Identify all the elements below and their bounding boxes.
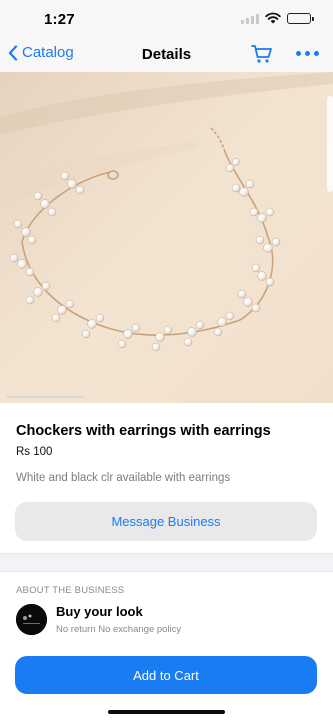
back-button[interactable]: Catalog xyxy=(8,44,74,61)
add-to-cart-button[interactable]: Add to Cart xyxy=(15,656,317,694)
signal-icon xyxy=(241,13,259,24)
product-description: White and black clr available with earri… xyxy=(16,472,231,484)
status-bar: 1:27 xyxy=(0,0,333,38)
product-info: Chockers with earrings with earrings Rs … xyxy=(0,403,333,553)
business-avatar[interactable] xyxy=(16,604,47,635)
cart-icon xyxy=(251,45,272,63)
battery-icon xyxy=(287,12,314,24)
business-subtitle: No return No exchange policy xyxy=(56,624,182,635)
product-image[interactable] xyxy=(0,72,333,403)
more-icon xyxy=(296,51,319,56)
status-time: 1:27 xyxy=(44,11,75,28)
back-label: Catalog xyxy=(22,44,74,61)
necklace-photo xyxy=(0,72,333,403)
product-title: Chockers with earrings with earrings xyxy=(16,423,271,439)
business-section: ABOUT THE BUSINESS Buy your look No retu… xyxy=(0,572,333,720)
cart-button[interactable] xyxy=(251,44,273,69)
status-icons xyxy=(241,12,314,24)
home-indicator xyxy=(108,710,225,714)
more-button[interactable] xyxy=(296,51,319,56)
business-name[interactable]: Buy your look xyxy=(56,604,143,619)
product-price: Rs 100 xyxy=(16,446,53,458)
image-page-indicator xyxy=(6,396,85,398)
message-business-button[interactable]: Message Business xyxy=(15,502,317,541)
wifi-icon xyxy=(265,12,281,24)
avatar-image xyxy=(16,604,47,635)
chevron-left-icon xyxy=(8,44,18,61)
section-divider xyxy=(0,553,333,572)
business-section-label: ABOUT THE BUSINESS xyxy=(16,585,125,596)
navigation-bar: Catalog Details xyxy=(0,38,333,72)
